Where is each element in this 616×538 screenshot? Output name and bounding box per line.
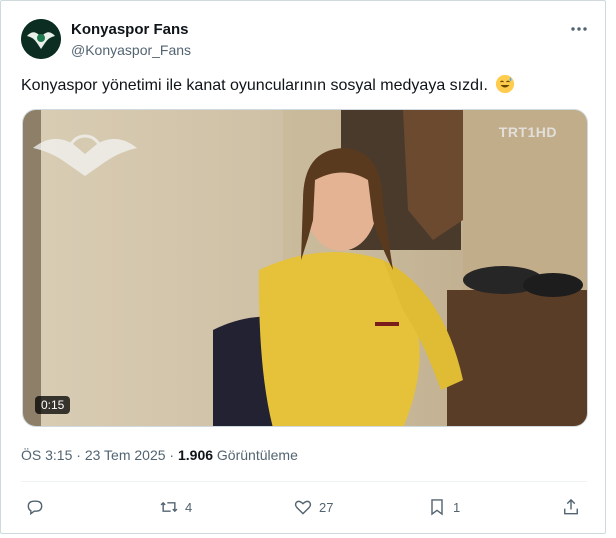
retweet-icon bbox=[160, 501, 178, 513]
author-handle[interactable]: @Konyaspor_Fans bbox=[71, 42, 191, 58]
channel-logo: TRT1HD bbox=[498, 124, 557, 140]
more-options-button[interactable] bbox=[569, 21, 589, 37]
tweet-meta: ÖS 3:15 · 23 Tem 2025 · 1.906 Görüntülem… bbox=[21, 447, 298, 463]
avatar-logo-icon bbox=[21, 19, 61, 59]
tweet-card: Konyaspor Fans @Konyaspor_Fans Konyaspor… bbox=[0, 0, 606, 534]
reply-icon bbox=[27, 500, 43, 516]
views-label: Görüntüleme bbox=[216, 447, 298, 463]
video-duration: 0:15 bbox=[35, 396, 71, 414]
bookmark-icon bbox=[431, 499, 443, 516]
video-player[interactable]: TRT1HD 0:15 bbox=[22, 109, 588, 427]
tweet-time[interactable]: ÖS 3:15 bbox=[21, 447, 72, 463]
author-name[interactable]: Konyaspor Fans bbox=[71, 21, 189, 38]
share-button[interactable] bbox=[561, 493, 581, 521]
like-button[interactable]: 27 bbox=[293, 493, 333, 521]
meta-separator: · bbox=[169, 447, 175, 463]
divider bbox=[21, 481, 587, 482]
retweet-button[interactable]: 4 bbox=[159, 493, 192, 521]
tweet-text: Konyaspor yönetimi ile kanat oyuncuların… bbox=[21, 75, 515, 96]
retweet-count: 4 bbox=[185, 499, 193, 515]
tweet-date[interactable]: 23 Tem 2025 bbox=[85, 447, 166, 463]
sweat-smile-emoji-icon bbox=[496, 75, 515, 93]
like-count: 27 bbox=[319, 499, 334, 515]
tweet-text-content: Konyaspor yönetimi ile kanat oyuncuların… bbox=[21, 77, 488, 94]
like-icon bbox=[294, 500, 312, 515]
meta-separator: · bbox=[76, 447, 81, 463]
bookmark-button[interactable]: 1 bbox=[427, 493, 460, 521]
more-icon bbox=[571, 27, 587, 31]
bookmark-count: 1 bbox=[453, 499, 461, 515]
share-icon bbox=[564, 498, 578, 515]
avatar[interactable] bbox=[21, 19, 61, 59]
action-bar: 4 27 1 bbox=[21, 493, 587, 521]
views-count: 1.906 bbox=[177, 447, 214, 463]
reply-button[interactable] bbox=[25, 493, 51, 521]
video-frame bbox=[23, 110, 587, 426]
